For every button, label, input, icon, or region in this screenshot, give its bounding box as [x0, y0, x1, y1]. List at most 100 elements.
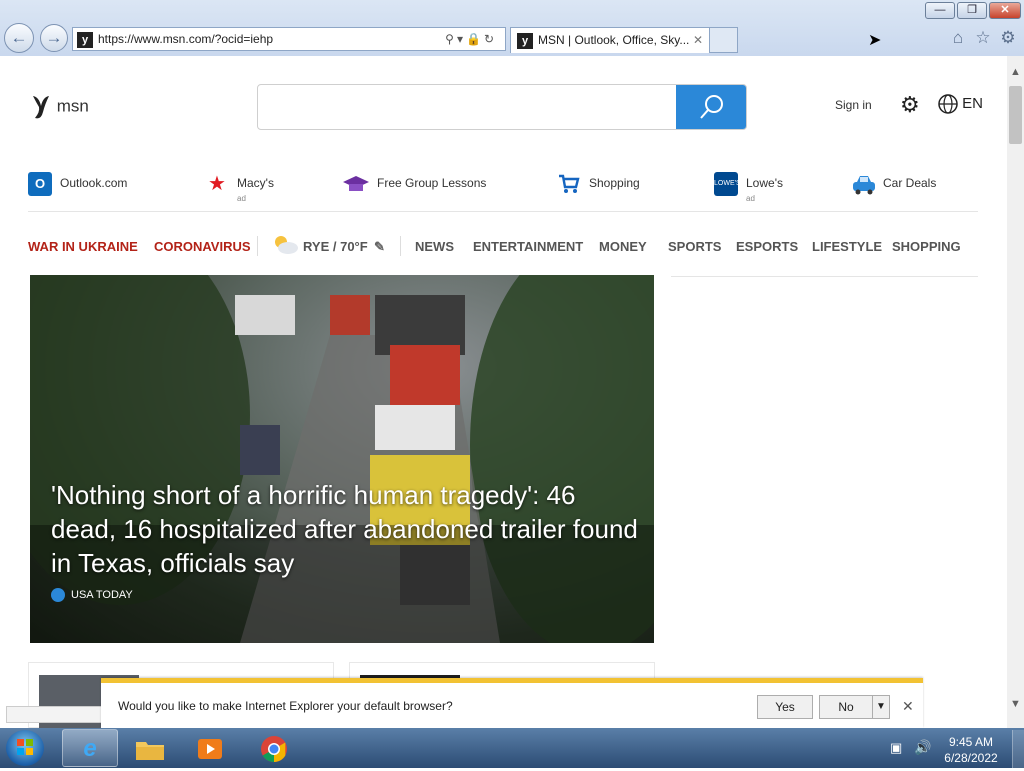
new-tab-button[interactable]: [710, 27, 738, 53]
no-options-dropdown[interactable]: ▼: [872, 695, 890, 719]
refresh-icon[interactable]: ↻: [484, 32, 497, 46]
quicklink-label: Free Group Lessons: [377, 176, 487, 191]
folder-icon: [136, 741, 164, 760]
home-icon[interactable]: ⌂: [948, 28, 968, 48]
chrome-icon: [261, 735, 287, 762]
close-window-button[interactable]: ✕: [989, 2, 1021, 19]
nav-news[interactable]: NEWS: [415, 239, 454, 254]
nav-war-in-ukraine[interactable]: WAR IN UKRAINE: [28, 239, 138, 254]
hero-story-card[interactable]: 'Nothing short of a horrific human trage…: [30, 275, 654, 643]
quicklink-free-group-lessons[interactable]: Free Group Lessons: [343, 172, 486, 208]
internet-explorer-icon: e: [83, 735, 97, 762]
back-arrow-icon: ←: [10, 28, 28, 47]
language-selector[interactable]: EN: [938, 94, 983, 114]
network-icon[interactable]: ▣: [890, 740, 902, 756]
favorites-star-icon[interactable]: ☆: [973, 28, 993, 48]
nav-shopping[interactable]: SHOPPING: [892, 239, 961, 254]
forward-arrow-icon: →: [45, 28, 63, 47]
quicklink-outlook[interactable]: O Outlook.com: [28, 172, 127, 208]
ad-label: ad: [746, 194, 755, 203]
mouse-cursor-icon: ➤: [868, 32, 882, 49]
lock-icon: 🔒: [465, 32, 484, 46]
quicklink-shopping[interactable]: Shopping: [557, 172, 640, 208]
scroll-down-arrow-icon[interactable]: ▼: [1007, 698, 1024, 714]
nav-sports[interactable]: SPORTS: [668, 239, 721, 254]
ad-label: ad: [237, 194, 246, 203]
back-button[interactable]: ←: [4, 23, 34, 53]
tab-msn[interactable]: y MSN | Outlook, Office, Sky... ✕: [510, 27, 710, 53]
default-browser-notification: Would you like to make Internet Explorer…: [101, 678, 923, 728]
volume-icon[interactable]: 🔊: [914, 739, 931, 756]
quicklink-macys[interactable]: ★ Macy's ad: [205, 172, 274, 208]
quicklink-label: Lowe's: [746, 176, 783, 191]
usa-today-logo-icon: [51, 588, 65, 602]
lowes-logo-icon: LOWE'S: [714, 172, 741, 196]
globe-icon: [938, 94, 958, 114]
graduation-cap-icon: [343, 172, 369, 196]
taskbar-internet-explorer[interactable]: e: [62, 729, 118, 767]
scroll-up-arrow-icon[interactable]: ▲: [1007, 66, 1024, 82]
nav-esports[interactable]: ESPORTS: [736, 239, 798, 254]
msn-butterfly-icon: [30, 94, 52, 120]
clock-time: 9:45 AM: [948, 735, 994, 749]
restore-button[interactable]: ❐: [957, 2, 987, 19]
taskbar-clock[interactable]: 9:45 AM 6/28/2022: [940, 734, 1002, 766]
macys-star-icon: ★: [208, 173, 226, 195]
taskbar-file-explorer[interactable]: [122, 729, 178, 767]
search-box[interactable]: [257, 84, 747, 130]
media-player-icon: [198, 738, 222, 759]
settings-gear-icon[interactable]: ⚙: [900, 92, 920, 118]
nav-lifestyle[interactable]: LIFESTYLE: [812, 239, 882, 254]
nav-coronavirus[interactable]: CORONAVIRUS: [154, 239, 251, 254]
search-button[interactable]: [676, 85, 746, 129]
language-label: EN: [962, 94, 984, 112]
msn-favicon-icon: y: [77, 31, 93, 48]
shopping-cart-icon: [557, 172, 581, 196]
show-desktop-button[interactable]: [1012, 730, 1024, 768]
quicklink-label: Macy's: [237, 176, 274, 191]
nav-entertainment[interactable]: ENTERTAINMENT: [473, 239, 583, 254]
notification-text: Would you like to make Internet Explorer…: [118, 699, 453, 713]
address-bar[interactable]: y https://www.msn.com/?ocid=iehp ⚲▾🔒↻: [72, 27, 506, 51]
hero-headline[interactable]: 'Nothing short of a horrific human trage…: [51, 478, 641, 580]
hero-source: USA TODAY: [51, 588, 133, 602]
minimize-button[interactable]: —: [925, 2, 955, 19]
quicklink-label: Car Deals: [883, 176, 937, 191]
start-button[interactable]: [6, 730, 44, 766]
nav-separator: [257, 236, 258, 256]
taskbar-chrome[interactable]: [246, 729, 302, 767]
chevron-down-icon: ▼: [876, 701, 886, 712]
weather-link[interactable]: RYE / 70°F: [303, 239, 368, 254]
scrollbar-thumb[interactable]: [1009, 86, 1022, 144]
msn-logo[interactable]: msn: [30, 94, 89, 120]
close-tab-icon[interactable]: ✕: [693, 28, 703, 52]
taskbar-media-player[interactable]: [182, 729, 238, 767]
search-icon[interactable]: ⚲: [445, 32, 457, 46]
edit-pencil-icon[interactable]: ✎: [374, 239, 385, 255]
nav-money[interactable]: MONEY: [599, 239, 647, 254]
sidebar-divider: [671, 276, 978, 277]
yes-button[interactable]: Yes: [757, 695, 813, 719]
logo-text: msn: [56, 96, 89, 116]
search-input[interactable]: [268, 85, 672, 129]
sign-in-link[interactable]: Sign in: [835, 98, 872, 112]
dropdown-icon[interactable]: ▾: [457, 32, 466, 46]
quicklink-label: Shopping: [589, 176, 640, 191]
address-actions[interactable]: ⚲▾🔒↻: [445, 28, 497, 50]
vertical-scrollbar[interactable]: [1007, 56, 1024, 728]
tools-gear-icon[interactable]: ⚙: [998, 28, 1018, 48]
quicklinks-divider: [28, 211, 978, 212]
windows-logo-icon: [17, 739, 33, 755]
hero-source-name: USA TODAY: [71, 588, 133, 601]
close-notification-icon[interactable]: ✕: [902, 698, 914, 715]
address-url: https://www.msn.com/?ocid=iehp: [98, 32, 274, 46]
quicklink-car-deals[interactable]: Car Deals: [851, 172, 936, 208]
msn-page: msn Sign in ⚙ EN O Outlook.com ★ Macy's ad…: [0, 56, 1007, 728]
weather-sun-cloud-icon: [271, 233, 299, 258]
forward-button[interactable]: →: [40, 24, 68, 52]
nav-separator: [400, 236, 401, 256]
quicklink-lowes[interactable]: LOWE'S Lowe's ad: [714, 172, 783, 208]
search-icon: [700, 95, 723, 119]
msn-favicon-icon: y: [517, 32, 533, 49]
no-button[interactable]: No: [819, 695, 873, 719]
